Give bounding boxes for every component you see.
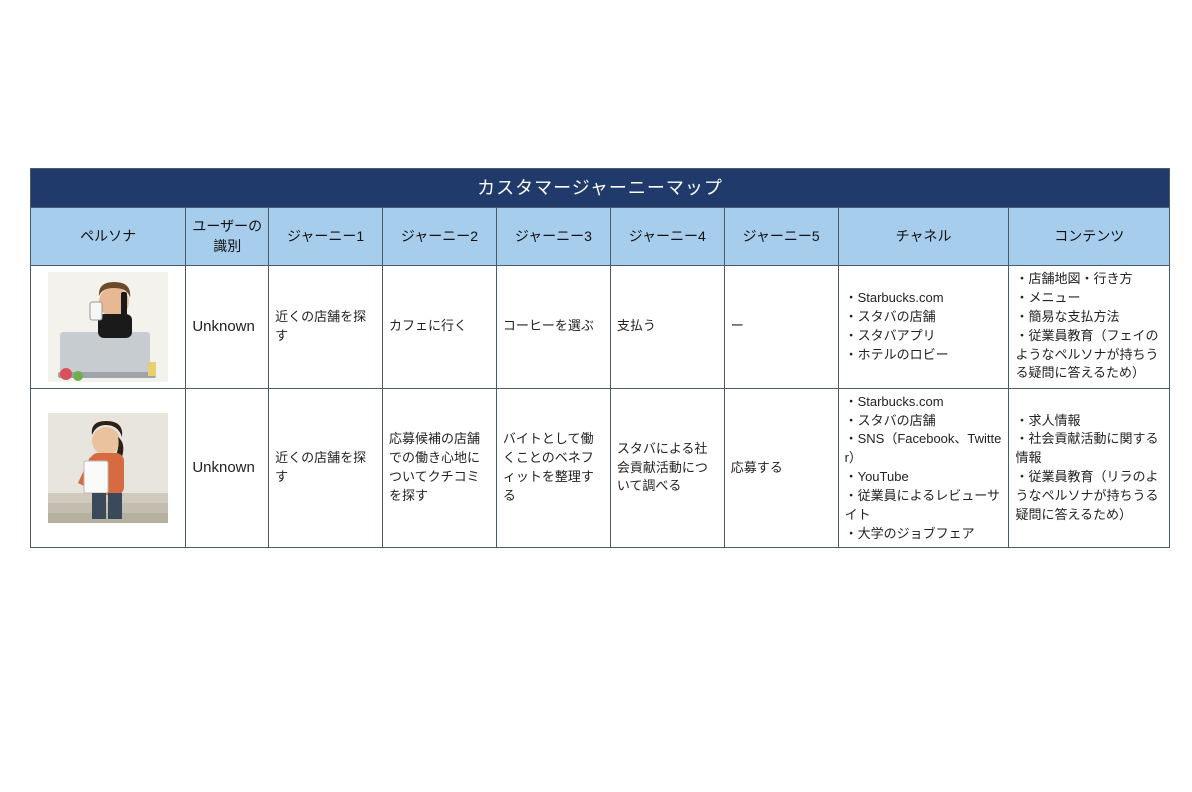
customer-journey-table: カスタマージャーニーマップ ペルソナ ユーザーの識別 ジャーニー1 ジャーニー2… (30, 168, 1170, 548)
channel-cell: ・Starbucks.com ・スタバの店舗 ・スタバアプリ ・ホテルのロビー (838, 265, 1009, 388)
journey5-cell: ー (724, 265, 838, 388)
col-journey4: ジャーニー4 (610, 208, 724, 266)
user-identity-cell: Unknown (186, 388, 269, 548)
journey3-cell: コーヒーを選ぶ (496, 265, 610, 388)
col-journey5: ジャーニー5 (724, 208, 838, 266)
persona-cell (31, 388, 186, 548)
table-title: カスタマージャーニーマップ (31, 169, 1170, 208)
col-journey2: ジャーニー2 (383, 208, 497, 266)
journey2-cell: 応募候補の店舗での働き心地についてクチコミを探す (383, 388, 497, 548)
contents-cell: ・店舗地図・行き方 ・メニュー ・簡易な支払方法 ・従業員教育（フェイのようなペ… (1009, 265, 1170, 388)
persona-woman-phone-laptop-icon (48, 272, 168, 382)
col-persona: ペルソナ (31, 208, 186, 266)
journey4-cell: 支払う (610, 265, 724, 388)
persona-student-steps-icon (48, 413, 168, 523)
journey1-cell: 近くの店舗を探す (269, 265, 383, 388)
persona-cell (31, 265, 186, 388)
channel-cell: ・Starbucks.com ・スタバの店舗 ・SNS（Facebook、Twi… (838, 388, 1009, 548)
journey1-cell: 近くの店舗を探す (269, 388, 383, 548)
table-row: Unknown 近くの店舗を探す カフェに行く コーヒーを選ぶ 支払う ー ・S… (31, 265, 1170, 388)
journey4-cell: スタバによる社会貢献活動について調べる (610, 388, 724, 548)
journey3-cell: バイトとして働くことのベネフィットを整理する (496, 388, 610, 548)
col-channel: チャネル (838, 208, 1009, 266)
header-row: ペルソナ ユーザーの識別 ジャーニー1 ジャーニー2 ジャーニー3 ジャーニー4… (31, 208, 1170, 266)
col-contents: コンテンツ (1009, 208, 1170, 266)
user-identity-cell: Unknown (186, 265, 269, 388)
contents-cell: ・求人情報 ・社会貢献活動に関する情報 ・従業員教育（リラのようなペルソナが持ち… (1009, 388, 1170, 548)
journey5-cell: 応募する (724, 388, 838, 548)
col-user-identity: ユーザーの識別 (186, 208, 269, 266)
col-journey1: ジャーニー1 (269, 208, 383, 266)
col-journey3: ジャーニー3 (496, 208, 610, 266)
table-row: Unknown 近くの店舗を探す 応募候補の店舗での働き心地についてクチコミを探… (31, 388, 1170, 548)
journey2-cell: カフェに行く (383, 265, 497, 388)
